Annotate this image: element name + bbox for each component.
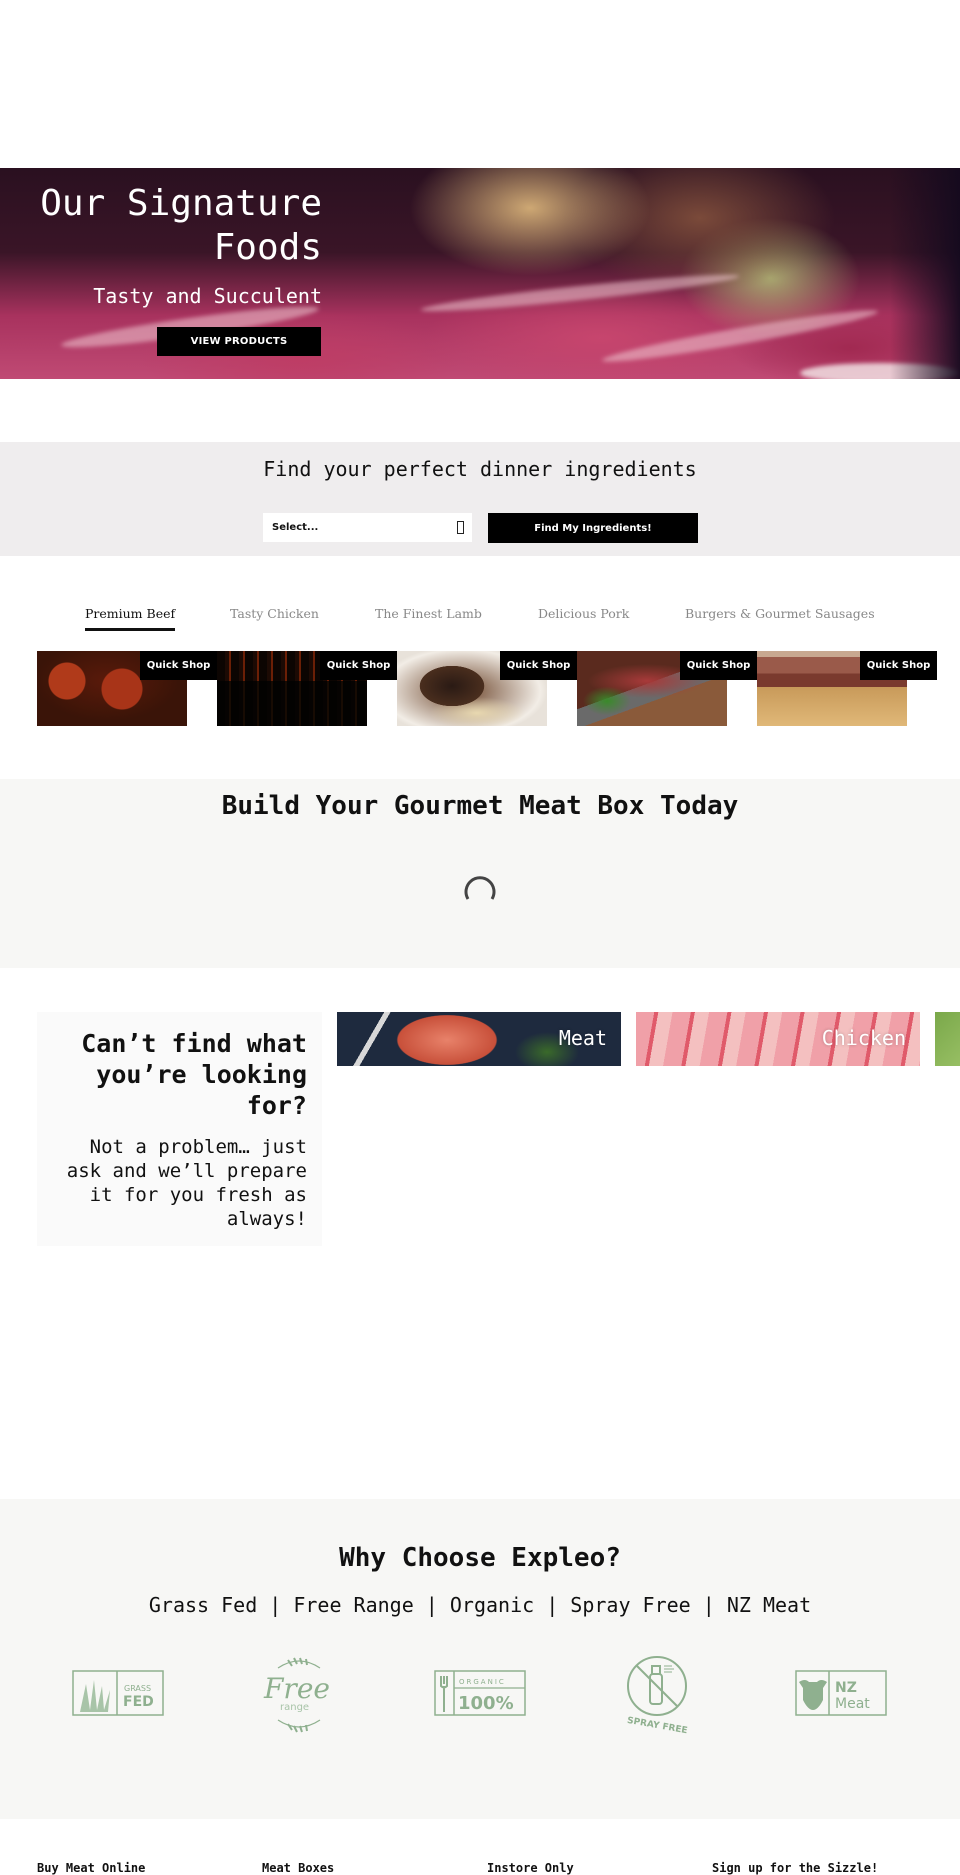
footer-heading-meat-boxes[interactable]: Meat Boxes	[262, 1861, 334, 1875]
view-products-button[interactable]: VIEW PRODUCTS	[157, 327, 321, 356]
spray-free-icon: SPRAY FREE	[626, 1656, 688, 1734]
hero-subtitle: Tasty and Succulent	[93, 284, 322, 308]
ingredient-select-value: Select...	[272, 522, 319, 533]
hero-text: Our Signature Foods Tasty and Succulent	[30, 182, 322, 308]
badge-text: NZ	[835, 1680, 857, 1696]
why-choose-section: Why Choose Expleo? Grass Fed | Free Rang…	[0, 1499, 960, 1819]
nz-meat-icon: NZ Meat	[795, 1670, 887, 1716]
hero-image-shadow	[890, 168, 960, 379]
dropdown-icon	[457, 521, 464, 534]
hero-title: Our Signature Foods	[40, 183, 322, 268]
quick-shop-button[interactable]: Quick Shop	[680, 651, 757, 680]
badge-text: SPRAY FREE	[626, 1716, 688, 1734]
badge-text: GRASS	[124, 1684, 151, 1693]
hero-image-detail	[600, 303, 880, 369]
tab-finest-lamb[interactable]: The Finest Lamb	[375, 606, 482, 621]
badge-text: range	[280, 1702, 309, 1713]
spinner-icon	[464, 876, 496, 900]
badge-text: ORGANIC	[459, 1678, 506, 1686]
product-card[interactable]: Quick Shop	[757, 651, 937, 726]
quick-shop-button[interactable]: Quick Shop	[140, 651, 217, 680]
quick-shop-button[interactable]: Quick Shop	[320, 651, 397, 680]
finder-title: Find your perfect dinner ingredients	[263, 457, 697, 481]
tab-delicious-pork[interactable]: Delicious Pork	[538, 606, 629, 621]
quick-shop-button[interactable]: Quick Shop	[500, 651, 577, 680]
why-title: Why Choose Expleo?	[339, 1543, 621, 1573]
ingredient-select[interactable]: Select...	[263, 513, 472, 542]
organic-icon: ORGANIC 100%	[434, 1670, 526, 1716]
ingredient-finder: Find your perfect dinner ingredients Sel…	[0, 442, 960, 556]
footer: Buy Meat Online Meat Boxes Instore Only …	[0, 1819, 960, 1875]
cant-find-title: Can’t find what you’re looking for?	[81, 1029, 307, 1120]
footer-heading-instore-only[interactable]: Instore Only	[487, 1861, 574, 1875]
badge-text: Meat	[835, 1696, 870, 1712]
meat-box-title: Build Your Gourmet Meat Box Today	[221, 791, 739, 821]
find-ingredients-button[interactable]: Find My Ingredients!	[488, 513, 698, 543]
product-carousel: Quick Shop Quick Shop Quick Shop Quick S…	[0, 651, 960, 727]
meat-box-builder: Build Your Gourmet Meat Box Today	[0, 779, 960, 968]
tab-premium-beef[interactable]: Premium Beef	[85, 606, 176, 631]
product-card[interactable]: Quick Shop	[397, 651, 577, 726]
tab-burgers-sausages[interactable]: Burgers & Gourmet Sausages	[685, 606, 875, 621]
badge-text: 100%	[458, 1693, 514, 1714]
why-subtitle: Grass Fed | Free Range | Organic | Spray…	[148, 1593, 812, 1617]
badge-text: FED	[123, 1694, 154, 1710]
cant-find-text: Not a problem… just ask and we’ll prepar…	[66, 1136, 307, 1230]
grass-fed-icon: GRASS FED	[72, 1670, 164, 1716]
footer-heading-buy-meat-online[interactable]: Buy Meat Online	[37, 1861, 145, 1875]
hero-image-detail	[420, 269, 740, 317]
badge-text: Free	[263, 1672, 330, 1705]
product-category-tabs: Premium Beef Tasty Chicken The Finest La…	[0, 606, 960, 636]
cant-find-callout: Can’t find what you’re looking for? Not …	[37, 1012, 322, 1246]
category-tile-vegetables[interactable]	[935, 1012, 960, 1066]
footer-heading-sizzle-signup: Sign up for the Sizzle!	[712, 1861, 879, 1875]
category-tiles: Meat Chicken	[337, 1012, 960, 1067]
category-label: Chicken	[821, 1026, 906, 1050]
hero-banner: Our Signature Foods Tasty and Succulent …	[0, 168, 960, 379]
category-tile-meat[interactable]: Meat	[337, 1012, 621, 1066]
product-card[interactable]: Quick Shop	[577, 651, 757, 726]
free-range-icon: Free range	[263, 1657, 330, 1733]
category-label: Meat	[558, 1026, 607, 1050]
quick-shop-button[interactable]: Quick Shop	[860, 651, 937, 680]
product-card[interactable]: Quick Shop	[37, 651, 217, 726]
product-card[interactable]: Quick Shop	[217, 651, 397, 726]
tab-tasty-chicken[interactable]: Tasty Chicken	[230, 606, 319, 621]
category-tile-chicken[interactable]: Chicken	[636, 1012, 920, 1066]
header-blank-area	[0, 0, 960, 168]
